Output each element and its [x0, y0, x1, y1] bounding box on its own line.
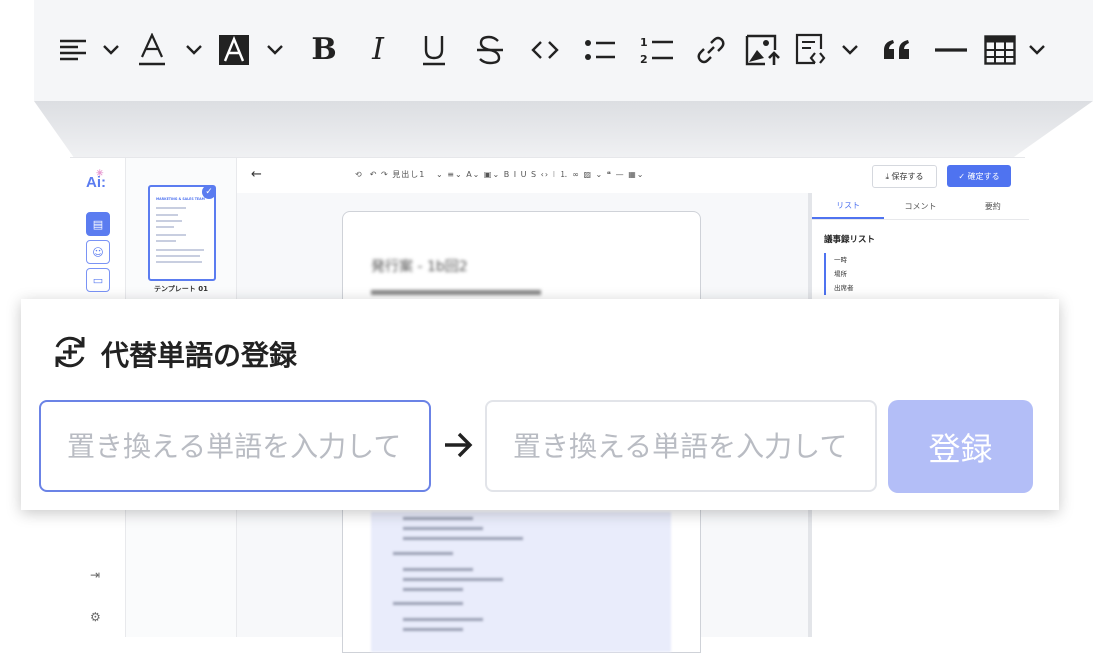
app-logo: ✳ Ai: [86, 168, 106, 191]
blur-line [403, 618, 483, 621]
highlight-band [371, 512, 671, 652]
underline-icon[interactable] [406, 34, 462, 66]
blur-line [403, 628, 463, 631]
chevron-down-icon[interactable] [172, 44, 216, 56]
template-thumbnail[interactable]: ✓ MARKETING & SALES TEAM [148, 185, 216, 281]
editor-topbar: ← ⟲ ↶ ↷ 見出し1 ⌄ ≡⌄ A⌄ ▣⌄ B I U S ‹› ⁝ ⒈ ∞… [237, 158, 810, 194]
tab-summary[interactable]: 要約 [957, 193, 1029, 219]
confirm-label: 確定する [967, 171, 1000, 181]
document-meta [371, 290, 541, 295]
text-color-icon[interactable] [132, 33, 172, 67]
heading-select[interactable]: 見出し1 [392, 170, 425, 179]
strikethrough-icon[interactable] [462, 35, 518, 65]
back-arrow-icon[interactable]: ← [251, 167, 262, 182]
blur-line [393, 552, 453, 555]
assistant-icon[interactable]: ☺ [86, 240, 110, 264]
dialog-header: 代替単語の登録 [51, 333, 297, 375]
horizontal-rule-icon[interactable] [924, 47, 978, 53]
bullet-list-icon[interactable] [572, 37, 628, 63]
tab-comment[interactable]: コメント [884, 193, 956, 219]
highlight-icon[interactable] [216, 35, 252, 65]
alternate-word-dialog: 代替単語の登録 登録 [21, 299, 1059, 510]
formatting-toolbar: B I 12 [56, 30, 1052, 70]
settings-icon[interactable]: ⚙ [90, 610, 101, 624]
register-button[interactable]: 登録 [888, 400, 1033, 493]
template-icon[interactable] [790, 33, 830, 67]
template-thumbnail-heading: MARKETING & SALES TEAM [156, 197, 205, 201]
chevron-down-icon[interactable] [830, 44, 870, 56]
chevron-down-icon[interactable] [1022, 44, 1052, 56]
chevron-down-icon[interactable] [252, 44, 298, 56]
zoomed-toolbar: B I 12 [34, 0, 1093, 101]
blur-line [403, 578, 503, 581]
mini-toolbar: ⟲ ↶ ↷ 見出し1 ⌄ ≡⌄ A⌄ ▣⌄ B I U S ‹› ⁝ ⒈ ∞ ▨… [355, 170, 645, 179]
source-word-input[interactable] [39, 400, 431, 492]
minutes-list: 一時 場所 出席者 [824, 253, 854, 295]
image-upload-icon[interactable] [736, 34, 790, 66]
blur-line [403, 527, 483, 530]
right-panel-tabs: リスト コメント 要約 [812, 193, 1029, 220]
quote-icon[interactable] [870, 39, 924, 61]
arrow-right-icon [441, 427, 475, 463]
align-left-icon[interactable] [56, 37, 90, 63]
zoom-callout-shadow [34, 101, 1093, 161]
numbered-list-icon[interactable]: 12 [628, 34, 686, 66]
table-icon[interactable] [978, 35, 1022, 65]
minutes-list-title: 議事録リスト [824, 235, 876, 245]
italic-icon[interactable]: I [350, 35, 406, 65]
dialog-title: 代替単語の登録 [101, 339, 298, 372]
blur-line [403, 568, 473, 571]
code-icon[interactable] [518, 40, 572, 60]
bold-icon[interactable]: B [298, 35, 350, 65]
blur-line [393, 602, 463, 605]
replacement-word-input[interactable] [485, 400, 877, 492]
template-label: テンプレート 01 [154, 285, 208, 293]
save-button[interactable]: ⤓ 保存する [872, 165, 937, 188]
document-heading: 発行案 - 1b回2 [371, 259, 468, 275]
tab-list[interactable]: リスト [812, 193, 885, 219]
svg-text:2: 2 [640, 53, 648, 66]
confirm-button[interactable]: ✓ 確定する [947, 165, 1011, 187]
save-label: 保存する [891, 172, 924, 181]
svg-text:1: 1 [640, 36, 648, 49]
blur-line [403, 517, 473, 520]
chevron-down-icon[interactable] [90, 44, 132, 56]
list-item[interactable]: 一時 [834, 253, 854, 267]
blur-line [403, 537, 523, 540]
link-icon[interactable] [686, 35, 736, 65]
blur-line [403, 588, 463, 591]
chat-icon[interactable]: ▭ [86, 268, 110, 292]
logout-icon[interactable]: ⇥ [90, 568, 100, 582]
document-icon[interactable]: ▤ [86, 212, 110, 236]
replace-add-icon [51, 333, 89, 375]
list-item[interactable]: 場所 [834, 267, 854, 281]
list-item[interactable]: 出席者 [834, 281, 854, 295]
